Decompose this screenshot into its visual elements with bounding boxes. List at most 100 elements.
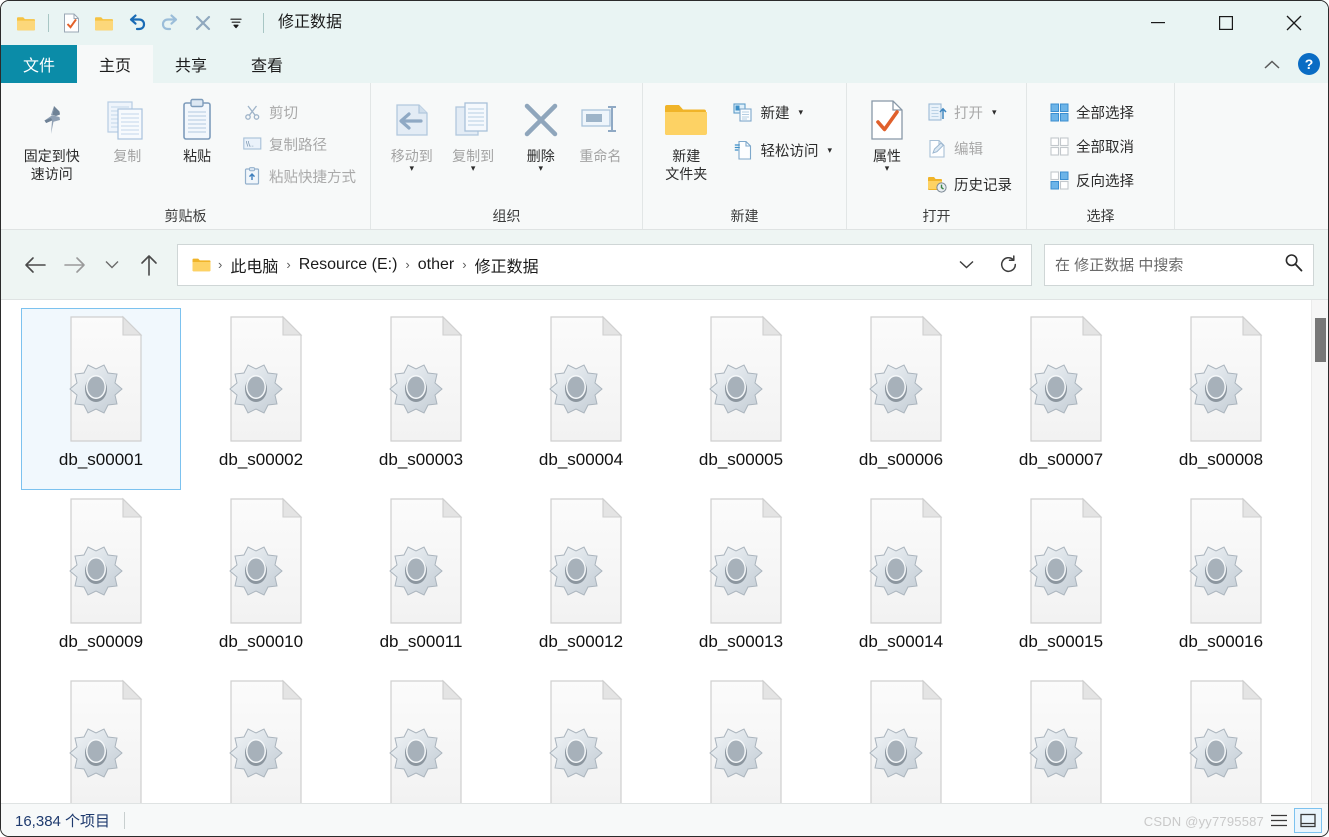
file-item[interactable]: db_s00018: [181, 672, 341, 805]
breadcrumb-item-3[interactable]: 修正数据: [470, 251, 544, 279]
search-box[interactable]: 在 修正数据 中搜索: [1044, 243, 1314, 286]
scrollbar-thumb[interactable]: [1315, 318, 1326, 362]
file-gear-icon: [1169, 315, 1273, 443]
edit-button[interactable]: 编辑: [923, 135, 1016, 161]
file-name-label: db_s00010: [218, 632, 304, 651]
file-item[interactable]: db_s00003: [341, 308, 501, 490]
toolbar-divider: [48, 14, 49, 32]
search-icon[interactable]: [1284, 253, 1303, 277]
invert-selection-button[interactable]: 反向选择: [1045, 167, 1138, 193]
copy-button[interactable]: 复制: [92, 89, 162, 165]
file-item[interactable]: db_s00020: [501, 672, 661, 805]
folder-icon[interactable]: [11, 8, 41, 38]
pin-to-quick-access-button[interactable]: 固定到快 速访问: [11, 89, 92, 183]
copy-path-button[interactable]: \\.. 复制路径: [238, 131, 360, 157]
file-item[interactable]: db_s00002: [181, 308, 341, 490]
maximize-button[interactable]: [1192, 1, 1260, 45]
file-item[interactable]: db_s00010: [181, 490, 341, 672]
properties-icon[interactable]: [56, 8, 86, 38]
help-icon[interactable]: ?: [1298, 53, 1320, 75]
file-item[interactable]: db_s00005: [661, 308, 821, 490]
paste-shortcut-button[interactable]: 粘贴快捷方式: [238, 163, 360, 189]
file-item[interactable]: db_s00006: [821, 308, 981, 490]
rename-label: 重命名: [579, 148, 622, 164]
file-item[interactable]: db_s00001: [21, 308, 181, 490]
large-icons-view-button[interactable]: [1294, 807, 1322, 833]
file-item[interactable]: db_s00008: [1141, 308, 1301, 490]
delete-button[interactable]: 删除 ▾: [513, 89, 569, 173]
vertical-scrollbar[interactable]: [1311, 300, 1328, 805]
open-with-button[interactable]: 打开 ▾: [923, 99, 1016, 125]
new-folder-big-icon: [662, 97, 710, 143]
new-folder-icon[interactable]: [89, 8, 119, 38]
breadcrumb-bar[interactable]: › 此电脑 › Resource (E:) › other › 修正数据: [177, 243, 1032, 286]
item-count-label: 16,384 个项目: [15, 812, 111, 830]
collapse-ribbon-icon[interactable]: [1256, 53, 1288, 76]
recent-locations-button[interactable]: [95, 245, 129, 285]
file-item[interactable]: db_s00004: [501, 308, 661, 490]
cut-button[interactable]: 剪切: [238, 99, 360, 125]
new-item-button[interactable]: 新建 ▾: [729, 99, 836, 125]
file-item[interactable]: db_s00013: [661, 490, 821, 672]
file-item[interactable]: db_s00014: [821, 490, 981, 672]
tab-view[interactable]: 查看: [229, 45, 305, 83]
up-button[interactable]: [129, 245, 169, 285]
file-item[interactable]: db_s00011: [341, 490, 501, 672]
file-item[interactable]: db_s00019: [341, 672, 501, 805]
group-label-select: 选择: [1086, 208, 1115, 224]
copy-to-button[interactable]: 复制到 ▾: [442, 89, 503, 173]
clipboard-small-buttons: 剪切 \\.. 复制路径 粘贴快捷方式: [238, 89, 360, 189]
tab-home[interactable]: 主页: [77, 45, 154, 83]
file-item[interactable]: db_s00022: [821, 672, 981, 805]
rename-button[interactable]: 重命名: [569, 89, 632, 165]
tab-share[interactable]: 共享: [153, 45, 229, 83]
breadcrumb-item-1[interactable]: Resource (E:): [294, 254, 403, 276]
search-input[interactable]: 在 修正数据 中搜索: [1055, 254, 1284, 275]
file-gear-icon: [529, 679, 633, 805]
move-to-button[interactable]: 移动到 ▾: [381, 89, 442, 173]
file-item[interactable]: db_s00017: [21, 672, 181, 805]
undo-icon[interactable]: [122, 8, 152, 38]
chevron-down-icon: ▾: [992, 106, 997, 117]
file-item[interactable]: db_s00012: [501, 490, 661, 672]
file-gear-icon: [49, 679, 153, 805]
pin-label-line2: 速访问: [30, 166, 73, 182]
history-button[interactable]: 历史记录: [923, 171, 1016, 197]
forward-button[interactable]: [55, 245, 95, 285]
ribbon-group-select: 全部选择 全部取消 反向选择 选择: [1027, 83, 1175, 229]
properties-big-icon: [869, 97, 905, 143]
back-button[interactable]: [15, 245, 55, 285]
ribbon-tabstrip: 文件 主页 共享 查看 ?: [1, 45, 1328, 83]
history-icon: [927, 174, 947, 194]
copy-path-icon: \\..: [242, 134, 262, 154]
select-all-label: 全部选择: [1076, 105, 1134, 122]
breadcrumb-item-0[interactable]: 此电脑: [225, 251, 283, 279]
breadcrumb-dropdown-icon[interactable]: [945, 245, 987, 285]
new-folder-button[interactable]: 新建 文件夹: [653, 89, 719, 183]
tab-file[interactable]: 文件: [1, 45, 78, 83]
file-item[interactable]: db_s00021: [661, 672, 821, 805]
details-view-button[interactable]: [1265, 808, 1293, 833]
minimize-button[interactable]: [1124, 1, 1192, 45]
file-name-label: db_s00006: [858, 450, 944, 469]
customize-icon[interactable]: [221, 8, 251, 38]
refresh-icon[interactable]: [987, 245, 1029, 285]
easy-access-label: 轻松访问: [760, 143, 819, 160]
breadcrumb-item-2[interactable]: other: [413, 254, 459, 276]
select-all-button[interactable]: 全部选择: [1045, 99, 1138, 125]
file-item[interactable]: db_s00009: [21, 490, 181, 672]
file-gear-icon: [1169, 679, 1273, 805]
file-list-view[interactable]: db_s00001 db_s00002 db_s00003 db_s00004 …: [1, 300, 1328, 805]
select-none-button[interactable]: 全部取消: [1045, 133, 1138, 159]
file-item[interactable]: db_s00024: [1141, 672, 1301, 805]
redo-icon[interactable]: [155, 8, 185, 38]
delete-icon[interactable]: [188, 8, 218, 38]
paste-button[interactable]: 粘贴: [162, 89, 232, 165]
file-item[interactable]: db_s00015: [981, 490, 1141, 672]
file-item[interactable]: db_s00007: [981, 308, 1141, 490]
file-item[interactable]: db_s00023: [981, 672, 1141, 805]
easy-access-button[interactable]: 轻松访问 ▾: [729, 137, 836, 163]
close-button[interactable]: [1260, 1, 1328, 45]
properties-button[interactable]: 属性 ▾: [857, 89, 917, 173]
file-item[interactable]: db_s00016: [1141, 490, 1301, 672]
